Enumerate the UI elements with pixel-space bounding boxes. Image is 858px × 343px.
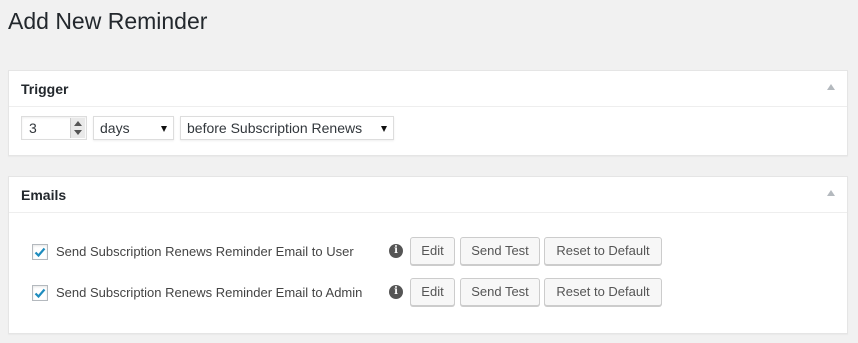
collapse-arrow-icon[interactable]: [827, 190, 835, 196]
admin-email-checkbox[interactable]: [32, 285, 48, 301]
spinner-down-icon[interactable]: [74, 130, 82, 135]
trigger-amount-value: 3: [29, 120, 37, 136]
info-icon[interactable]: i: [389, 244, 403, 258]
dropdown-caret-icon: [161, 126, 167, 132]
checkmark-icon: [34, 288, 46, 299]
trigger-unit-select[interactable]: days: [93, 116, 174, 140]
send-test-button[interactable]: Send Test: [460, 237, 540, 265]
emails-list: Send Subscription Renews Reminder Email …: [9, 213, 847, 333]
number-spinner[interactable]: [70, 118, 85, 138]
trigger-controls: 3 days before Subscription Renews: [9, 107, 847, 155]
edit-button[interactable]: Edit: [410, 278, 455, 306]
admin-email-label: Send Subscription Renews Reminder Email …: [56, 285, 363, 300]
collapse-arrow-icon[interactable]: [827, 84, 835, 90]
user-email-label: Send Subscription Renews Reminder Email …: [56, 244, 354, 259]
edit-button[interactable]: Edit: [410, 237, 455, 265]
email-row-admin: Send Subscription Renews Reminder Email …: [9, 278, 847, 308]
reset-to-default-button[interactable]: Reset to Default: [544, 237, 662, 265]
trigger-panel-header[interactable]: Trigger: [9, 71, 847, 107]
trigger-timing-select[interactable]: before Subscription Renews: [180, 116, 394, 140]
trigger-unit-value: days: [100, 120, 130, 136]
info-icon[interactable]: i: [389, 285, 403, 299]
page-title: Add New Reminder: [8, 8, 208, 34]
email-row-user: Send Subscription Renews Reminder Email …: [9, 237, 847, 267]
emails-panel: Emails Send Subscription Renews Reminder…: [8, 176, 848, 334]
emails-panel-header[interactable]: Emails: [9, 177, 847, 213]
send-test-button[interactable]: Send Test: [460, 278, 540, 306]
user-email-checkbox[interactable]: [32, 244, 48, 260]
reset-to-default-button[interactable]: Reset to Default: [544, 278, 662, 306]
trigger-amount-input[interactable]: 3: [21, 116, 87, 140]
dropdown-caret-icon: [381, 126, 387, 132]
spinner-up-icon[interactable]: [74, 121, 82, 126]
trigger-timing-value: before Subscription Renews: [187, 120, 363, 136]
trigger-panel: Trigger 3 days before Subscription Renew…: [8, 70, 848, 156]
checkmark-icon: [34, 247, 46, 258]
trigger-panel-title: Trigger: [21, 81, 69, 97]
emails-panel-title: Emails: [21, 187, 67, 203]
